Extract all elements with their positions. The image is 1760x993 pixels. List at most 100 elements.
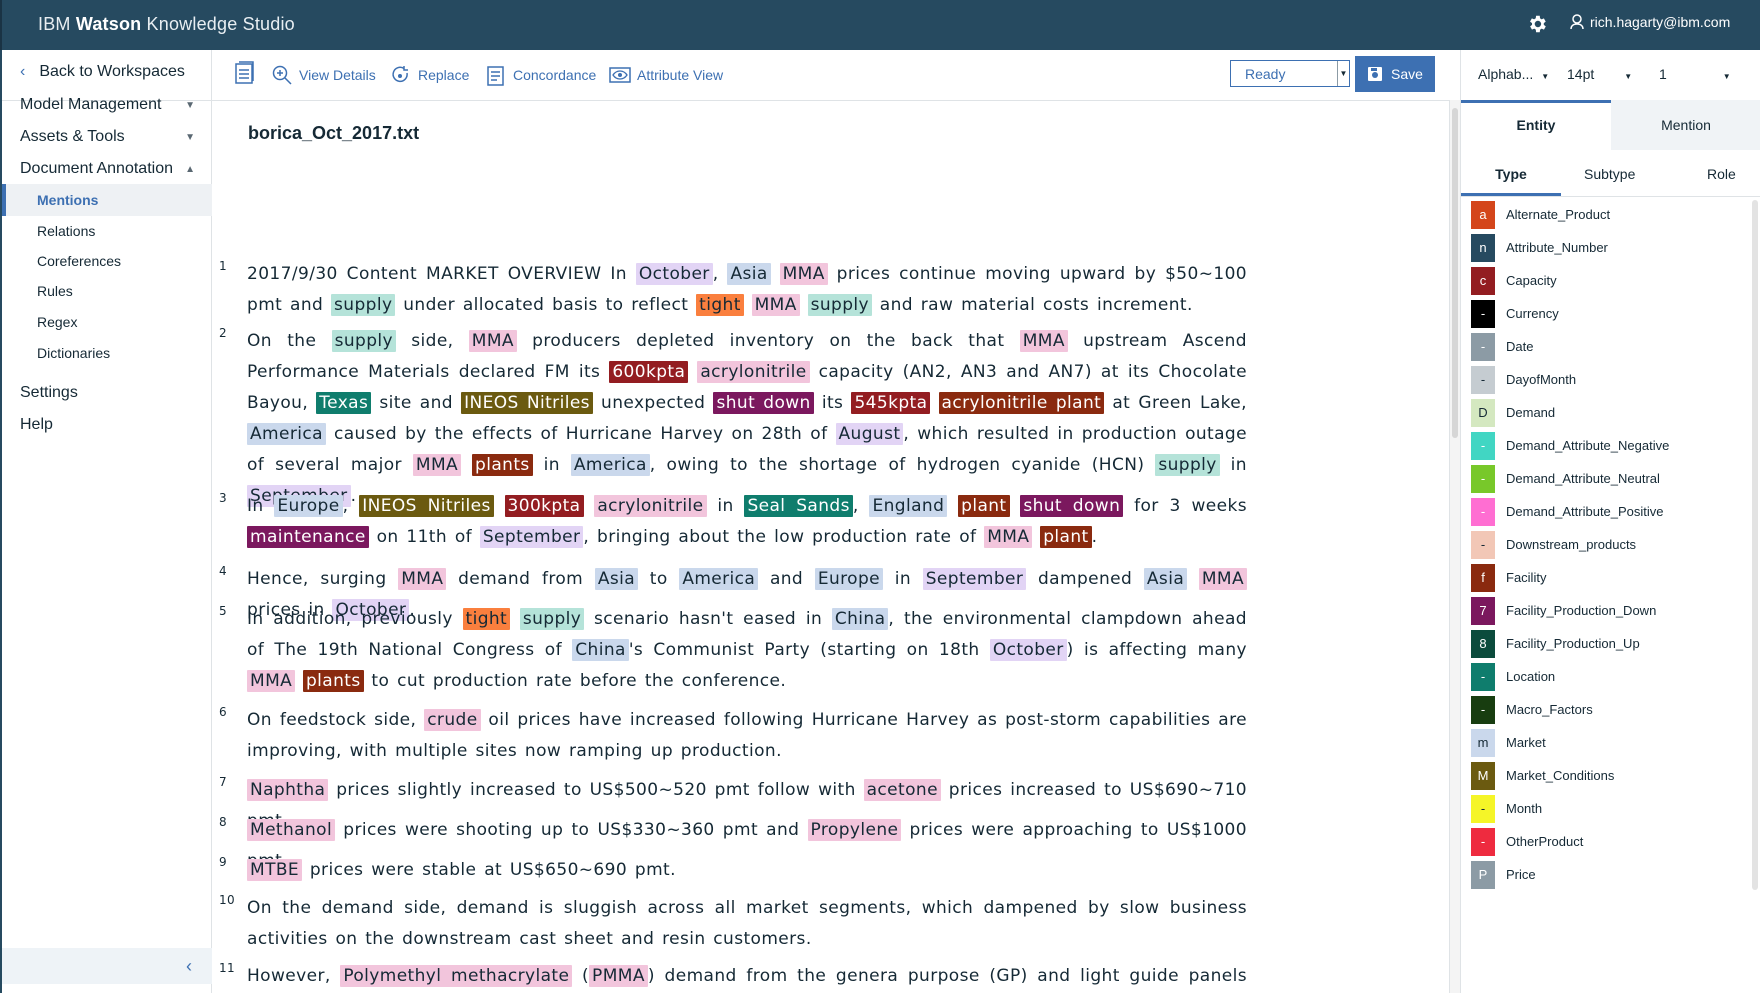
nav-help[interactable]: Help: [20, 416, 195, 434]
entity-type-item[interactable]: D Demand: [1471, 396, 1741, 429]
text-segment[interactable]: [688, 362, 697, 382]
nav-item-rules[interactable]: Rules: [2, 283, 212, 299]
text-segment[interactable]: site and: [371, 393, 461, 413]
text-segment[interactable]: on 11th of: [369, 527, 480, 547]
entity-type-item[interactable]: - OtherProduct: [1471, 825, 1741, 858]
text-segment[interactable]: to cut production rate before the confer…: [364, 671, 787, 691]
mention-facility[interactable]: acrylonitrile plant: [938, 392, 1105, 414]
entity-type-item[interactable]: - Demand_Attribute_Positive: [1471, 495, 1741, 528]
mention-supply[interactable]: supply: [331, 330, 396, 352]
mention-down[interactable]: shut down: [713, 392, 814, 414]
mention-location[interactable]: Seal Sands: [744, 495, 853, 517]
mention-month[interactable]: September: [479, 526, 584, 548]
mention-capacity[interactable]: 600kpta: [609, 361, 689, 383]
text-segment[interactable]: [930, 393, 938, 413]
mention-market[interactable]: China: [572, 639, 629, 661]
entity-type-item[interactable]: f Facility: [1471, 561, 1741, 594]
mention-market[interactable]: America: [570, 454, 650, 476]
mention-product[interactable]: MMA: [779, 263, 828, 285]
entity-type-item[interactable]: n Attribute_Number: [1471, 231, 1741, 264]
nav-assets-tools[interactable]: Assets & Tools ▼: [20, 128, 195, 146]
font-size-dropdown[interactable]: 14pt ▼: [1567, 66, 1647, 82]
text-segment[interactable]: Hence, surging: [247, 569, 398, 589]
mention-product[interactable]: acetone: [863, 779, 941, 801]
entity-type-item[interactable]: - Currency: [1471, 297, 1741, 330]
text-segment[interactable]: its: [814, 393, 852, 413]
text-segment[interactable]: in: [533, 455, 571, 475]
mention-capacity[interactable]: 300kpta: [504, 495, 584, 517]
tab-subtype[interactable]: Subtype: [1584, 166, 1635, 196]
text-segment[interactable]: On feedstock side,: [247, 710, 424, 730]
mention-market[interactable]: Europe: [814, 568, 884, 590]
scroll-thumb[interactable]: [1752, 200, 1758, 890]
text-segment[interactable]: 's Communist Party (starting on 18th: [629, 640, 990, 660]
nav-document-annotation[interactable]: Document Annotation ▲: [20, 160, 195, 178]
mention-tight[interactable]: tight: [462, 608, 511, 630]
mention-down[interactable]: maintenance: [247, 526, 369, 548]
mention-product[interactable]: MMA: [1019, 330, 1068, 352]
document-icon[interactable]: [235, 61, 255, 85]
back-to-workspaces[interactable]: ‹ Back to Workspaces: [20, 63, 185, 81]
text-segment[interactable]: caused by the effects of Hurricane Harve…: [326, 424, 836, 444]
text-segment[interactable]: [947, 496, 958, 516]
mention-market[interactable]: America: [679, 568, 759, 590]
mention-month[interactable]: October: [989, 639, 1067, 661]
entity-type-item[interactable]: - Demand_Attribute_Negative: [1471, 429, 1741, 462]
text-segment[interactable]: ,: [343, 496, 360, 516]
entity-type-item[interactable]: - Month: [1471, 792, 1741, 825]
status-dropdown[interactable]: Ready ▼: [1230, 60, 1350, 87]
nav-item-coreferences[interactable]: Coreferences: [2, 253, 212, 269]
mention-supply[interactable]: supply: [1155, 454, 1220, 476]
entity-type-item[interactable]: c Capacity: [1471, 264, 1741, 297]
mention-market[interactable]: England: [869, 495, 948, 517]
text-segment[interactable]: for 3 weeks: [1123, 496, 1247, 516]
entity-type-item[interactable]: 8 Facility_Production_Up: [1471, 627, 1741, 660]
mention-market[interactable]: Asia: [594, 568, 639, 590]
entity-type-item[interactable]: - Macro_Factors: [1471, 693, 1741, 726]
text-segment[interactable]: scenario has​n't eased in: [584, 609, 832, 629]
mention-location[interactable]: Texas: [316, 392, 372, 414]
entity-type-item[interactable]: - Demand_Attribute_Neutral: [1471, 462, 1741, 495]
text-segment[interactable]: (: [572, 966, 589, 986]
text-segment[interactable]: ,: [853, 496, 870, 516]
text-segment[interactable]: In: [247, 496, 274, 516]
mention-product[interactable]: MMA: [468, 330, 517, 352]
nav-item-mentions[interactable]: Mentions: [2, 184, 212, 216]
text-segment[interactable]: prices were stable at US$650~690 pmt.: [302, 860, 676, 880]
mention-tight[interactable]: tight: [696, 294, 744, 316]
mention-product[interactable]: crude: [424, 709, 481, 731]
text-segment[interactable]: [1010, 496, 1021, 516]
mention-product[interactable]: acrylonitrile: [594, 495, 707, 517]
text-segment[interactable]: prices slightly increased to US$500~520 …: [328, 780, 863, 800]
text-segment[interactable]: [1187, 569, 1199, 589]
text-segment[interactable]: [800, 295, 808, 315]
text-segment[interactable]: [461, 455, 472, 475]
text-segment[interactable]: .: [1092, 527, 1098, 547]
text-segment[interactable]: side,: [396, 331, 469, 351]
mention-product[interactable]: PMMA: [589, 965, 648, 987]
text-segment[interactable]: under allocated basis to reflect: [395, 295, 696, 315]
mention-facility[interactable]: plant: [1040, 526, 1092, 548]
text-segment[interactable]: On the demand side, demand is sluggish a…: [247, 898, 1247, 949]
mention-marketcond[interactable]: INEOS Nitriles: [359, 495, 494, 517]
text-segment[interactable]: [295, 671, 303, 691]
mention-product[interactable]: acrylonitrile: [697, 361, 810, 383]
text-segment[interactable]: in: [883, 569, 923, 589]
mention-supply[interactable]: supply: [519, 608, 585, 630]
mention-market[interactable]: China: [831, 608, 889, 630]
nav-item-dictionaries[interactable]: Dictionaries: [2, 345, 212, 361]
attribute-view-button[interactable]: Attribute View: [609, 64, 723, 86]
mention-product[interactable]: MMA: [984, 526, 1033, 548]
nav-item-regex[interactable]: Regex: [2, 314, 212, 330]
gear-icon[interactable]: [1526, 13, 1548, 35]
text-segment[interactable]: and raw material costs increment.: [872, 295, 1193, 315]
mention-product[interactable]: MTBE: [247, 859, 303, 881]
mention-product[interactable]: MMA: [751, 294, 800, 316]
mention-month[interactable]: August: [835, 423, 904, 445]
mention-facility[interactable]: plants: [302, 670, 364, 692]
text-segment[interactable]: On the: [247, 331, 332, 351]
mention-market[interactable]: Asia: [727, 263, 771, 285]
text-segment[interactable]: ) is affecting many: [1067, 640, 1247, 660]
entity-type-item[interactable]: a Alternate_Product: [1471, 198, 1741, 231]
page-dropdown[interactable]: 1 ▼: [1659, 66, 1751, 82]
